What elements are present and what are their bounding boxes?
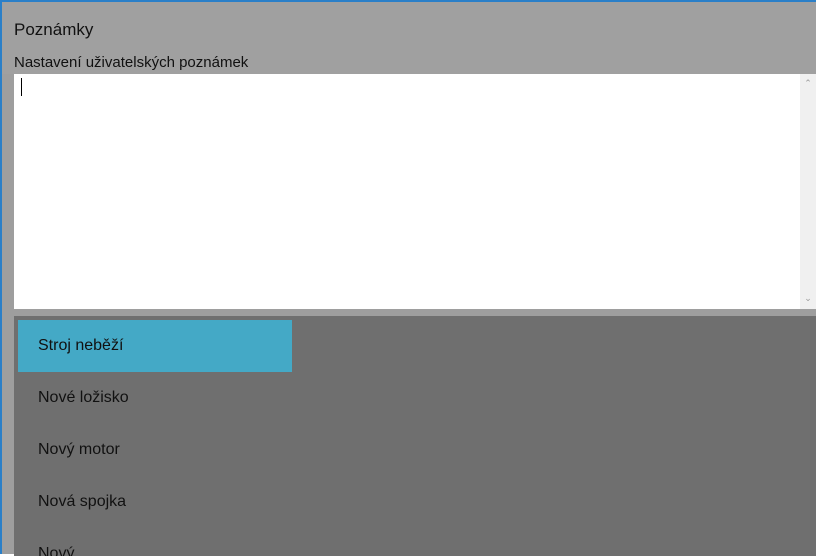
notes-editor: ⌃ ⌄ <box>14 74 816 309</box>
notes-textarea[interactable] <box>14 74 798 309</box>
list-item[interactable]: Nové ložisko <box>18 372 292 424</box>
chevron-down-icon[interactable]: ⌄ <box>800 291 816 307</box>
chevron-up-icon[interactable]: ⌃ <box>800 76 816 92</box>
page-title: Poznámky <box>14 20 94 39</box>
list-item[interactable]: Nový motor <box>18 424 292 476</box>
header: Poznámky Nastavení uživatelských poznáme… <box>2 2 816 74</box>
list-item[interactable]: Nová spojka <box>18 476 292 528</box>
divider <box>14 309 816 316</box>
vertical-scrollbar[interactable]: ⌃ ⌄ <box>800 74 816 309</box>
list-item[interactable]: Nový... <box>18 528 292 556</box>
text-caret <box>21 78 22 96</box>
list-item[interactable]: Stroj neběží <box>18 320 292 372</box>
page-subtitle: Nastavení uživatelských poznámek <box>14 54 249 71</box>
notes-window: Poznámky Nastavení uživatelských poznáme… <box>0 0 816 556</box>
notes-list: Stroj neběží Nové ložisko Nový motor Nov… <box>14 316 816 556</box>
